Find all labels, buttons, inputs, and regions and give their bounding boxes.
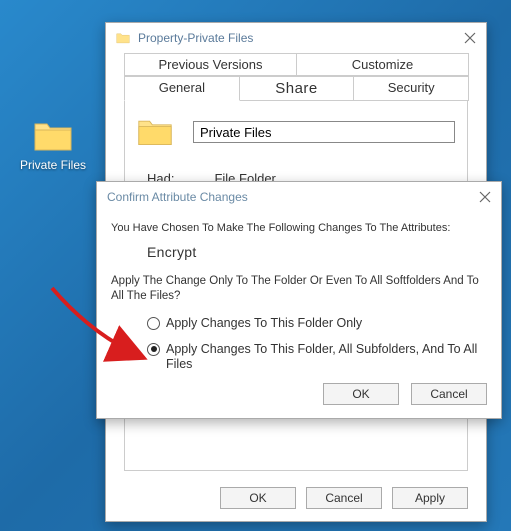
properties-footer: OK Cancel Apply xyxy=(220,487,468,509)
titlebar: Property-Private Files xyxy=(106,23,486,53)
window-title: Confirm Attribute Changes xyxy=(107,190,248,204)
tab-customize[interactable]: Customize xyxy=(296,53,469,76)
close-icon[interactable] xyxy=(479,191,491,203)
folder-icon xyxy=(116,32,130,44)
tab-security[interactable]: Security xyxy=(353,76,469,101)
intro-text: You Have Chosen To Make The Following Ch… xyxy=(111,222,487,234)
tabs: Previous Versions Customize General Shar… xyxy=(106,53,486,101)
titlebar: Confirm Attribute Changes xyxy=(97,182,501,212)
dialog-footer: OK Cancel xyxy=(111,383,487,405)
radio-this-folder-only[interactable]: Apply Changes To This Folder Only xyxy=(147,316,487,332)
ok-button[interactable]: OK xyxy=(323,383,399,405)
question-text: Apply The Change Only To The Folder Or E… xyxy=(111,274,487,304)
folder-name-input[interactable] xyxy=(193,121,455,143)
dialog-body: You Have Chosen To Make The Following Ch… xyxy=(97,212,501,417)
ok-button[interactable]: OK xyxy=(220,487,296,509)
tab-share[interactable]: Share xyxy=(239,76,355,101)
apply-button[interactable]: Apply xyxy=(392,487,468,509)
radio-group: Apply Changes To This Folder Only Apply … xyxy=(147,316,487,373)
folder-icon xyxy=(137,117,173,147)
tab-general[interactable]: General xyxy=(124,76,240,101)
desktop-folder-private-files[interactable]: Private Files xyxy=(18,120,88,172)
window-title: Property-Private Files xyxy=(138,31,253,45)
radio-label: Apply Changes To This Folder Only xyxy=(166,316,362,332)
radio-icon xyxy=(147,343,160,356)
tab-previous-versions[interactable]: Previous Versions xyxy=(124,53,297,76)
desktop-icon-label: Private Files xyxy=(18,158,88,172)
folder-icon xyxy=(33,120,73,152)
radio-folder-subfolders-files[interactable]: Apply Changes To This Folder, All Subfol… xyxy=(147,342,487,373)
change-encrypt: Encrypt xyxy=(147,244,487,260)
radio-label: Apply Changes To This Folder, All Subfol… xyxy=(166,342,487,373)
cancel-button[interactable]: Cancel xyxy=(306,487,382,509)
cancel-button[interactable]: Cancel xyxy=(411,383,487,405)
confirm-attribute-window: Confirm Attribute Changes You Have Chose… xyxy=(96,181,502,419)
radio-icon xyxy=(147,317,160,330)
close-icon[interactable] xyxy=(464,32,476,44)
